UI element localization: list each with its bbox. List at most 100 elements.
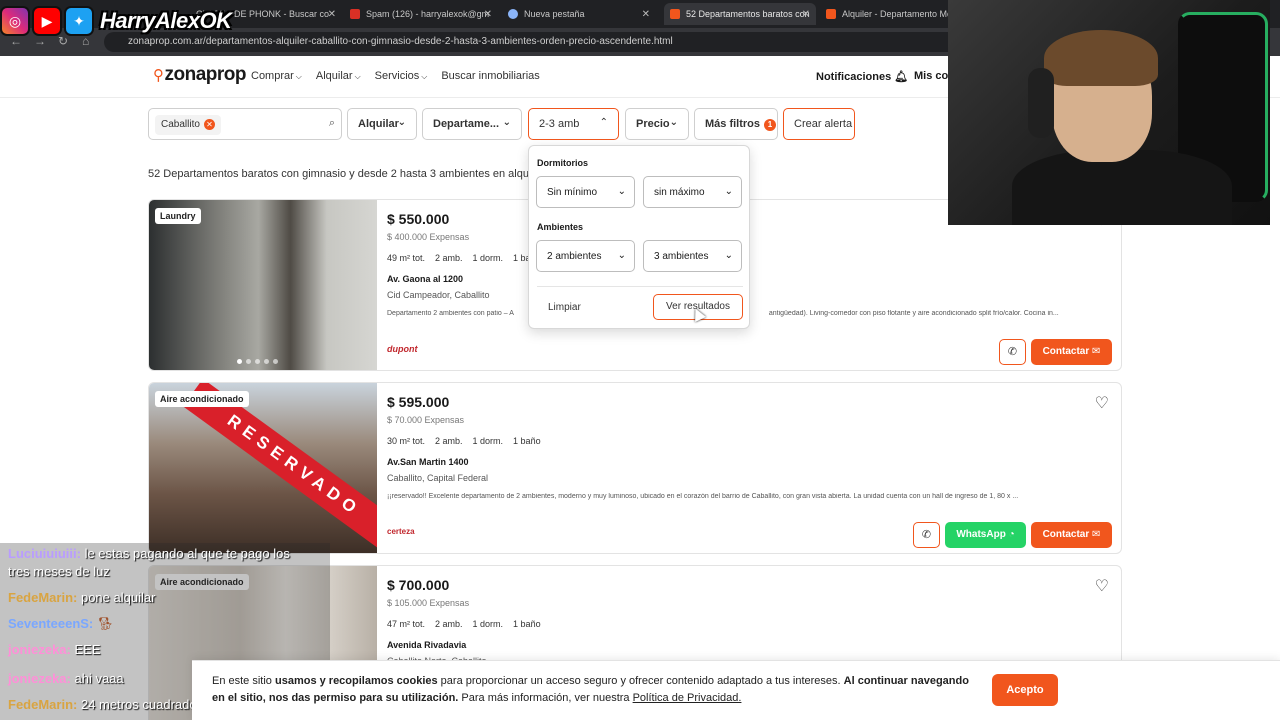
gmail-icon [350, 9, 360, 19]
youtube-icon: ▶ [32, 6, 62, 36]
close-icon[interactable]: ✕ [328, 9, 336, 20]
listing-features: 30 m² tot. 2 amb. 1 dorm. 1 baño [387, 436, 541, 446]
agency-logo[interactable]: dupont [387, 344, 418, 354]
rooms-min-select[interactable]: 2 ambientes ⌄ [536, 240, 635, 272]
phone-button[interactable]: ✆ [913, 522, 940, 548]
feature-area: 49 m² tot. [387, 253, 426, 263]
nav-comprar[interactable]: Comprar ⌵ [251, 70, 302, 82]
chat-user: FedeMarin: [8, 590, 78, 605]
price-filter[interactable]: Precio ⌄ [625, 108, 689, 140]
listing-photo[interactable]: RESERVADO Aire acondicionado [149, 383, 377, 553]
remove-chip-icon[interactable]: ✕ [203, 119, 215, 130]
filter-label: Precio [636, 118, 670, 130]
close-icon[interactable]: ✕ [642, 9, 650, 20]
notifications-link[interactable]: Notificaciones 🔔︎ [816, 70, 908, 83]
rooms-max-select[interactable]: 3 ambientes ⌄ [643, 240, 742, 272]
chevron-down-icon: ⌄ [669, 117, 678, 128]
listing-address[interactable]: Av. Gaona al 1200 [387, 274, 463, 284]
favorite-heart-icon[interactable]: ♡ [1095, 393, 1109, 413]
chevron-down-icon: ⌄ [617, 186, 626, 197]
feature-bedrooms: 1 dorm. [472, 253, 504, 263]
close-icon[interactable]: ✕ [484, 9, 492, 20]
bedrooms-min-select[interactable]: Sin mínimo ⌄ [536, 176, 635, 208]
favorite-heart-icon[interactable]: ♡ [1095, 576, 1109, 596]
accept-cookies-button[interactable]: Acepto [992, 674, 1058, 706]
reserved-banner: RESERVADO [182, 383, 377, 553]
search-icon[interactable]: ⌕ [329, 117, 335, 130]
nav-buscar-inmobiliarias[interactable]: Buscar inmobiliarias [441, 70, 539, 82]
url-field[interactable]: zonaprop.com.ar/departamentos-alquiler-c… [104, 32, 1004, 52]
rooms-dropdown-panel: Dormitorios Sin mínimo ⌄ sin máximo ⌄ Ambi… [528, 145, 750, 329]
listing-location: Caballito, Capital Federal [387, 473, 489, 483]
chat-user: Luciuiuiuiii: [8, 546, 81, 561]
cookie-text-part: En este sitio [212, 675, 275, 687]
listing-address[interactable]: Avenida Rivadavia [387, 640, 466, 650]
nav-alquilar[interactable]: Alquilar ⌵ [316, 70, 361, 82]
create-alert-button[interactable]: Crear alerta [783, 108, 855, 140]
feature-bedrooms: 1 dorm. [472, 619, 504, 629]
listing-price: $ 550.000 [387, 211, 450, 227]
listing-photo[interactable]: Laundry [149, 200, 377, 370]
privacy-policy-link[interactable]: Política de Privacidad. [633, 692, 742, 704]
contact-button[interactable]: Contactar ✉ [1031, 339, 1112, 365]
contact-button[interactable]: Contactar ✉ [1031, 522, 1112, 548]
location-chip: Caballito ✕ [155, 115, 221, 135]
logo-text: zonaprop [164, 64, 247, 85]
agency-logo[interactable]: certeza [387, 527, 415, 536]
rooms-filter[interactable]: 2-3 amb ⌃ [528, 108, 619, 140]
clear-button[interactable]: Limpiar [548, 302, 581, 313]
chat-text: pone alquilar [80, 590, 156, 605]
main-nav: Comprar ⌵ Alquilar ⌵ Servicios ⌵ Buscar inm… [251, 70, 540, 82]
chat-message: joniezeka: ahi vaaa [8, 671, 124, 686]
listing-address[interactable]: Av.San Martin 1400 [387, 457, 469, 467]
chat-message: SeventeeenS: 🐕︎ [8, 616, 113, 632]
listing-expenses: $ 105.000 Expensas [387, 598, 470, 608]
location-search[interactable]: Caballito ✕ ⌕ [148, 108, 342, 140]
notifications-label: Notificaciones [816, 71, 892, 83]
close-icon[interactable]: ✕ [802, 9, 810, 20]
filter-label: Departame... [433, 118, 500, 130]
zonaprop-logo[interactable]: ⚲zonaprop [153, 64, 246, 86]
filter-label: Alquilar [358, 118, 399, 130]
feature-bedrooms: 1 dorm. [472, 436, 504, 446]
tab-zonaprop-active[interactable]: 52 Departamentos baratos con ✕ [664, 3, 816, 25]
chevron-down-icon: ⌄ [724, 250, 733, 261]
listing-card[interactable]: RESERVADO Aire acondicionado $ 595.000 $… [148, 382, 1122, 554]
chat-text: ahi vaaa [74, 671, 124, 686]
chevron-up-icon: ⌃ [599, 117, 608, 128]
zonaprop-favicon [670, 9, 680, 19]
listing-price: $ 595.000 [387, 394, 450, 410]
chat-message: joniezeka: EEE [8, 642, 101, 657]
phone-button[interactable]: ✆ [999, 339, 1026, 365]
zonaprop-favicon [826, 9, 836, 19]
nav-servicios[interactable]: Servicios ⌵ [375, 70, 428, 82]
bedrooms-label: Dormitorios [537, 158, 589, 168]
cookie-text-part: para proporcionar un acceso seguro y ofr… [437, 675, 844, 687]
select-value: 2 ambientes [547, 251, 602, 262]
tab-new[interactable]: Nueva pestaña ✕ [508, 3, 650, 25]
bedrooms-max-select[interactable]: sin máximo ⌄ [643, 176, 742, 208]
account-link[interactable]: Mis co [914, 70, 948, 82]
chat-text: le estas pagando al que te pago los [84, 546, 290, 561]
whatsapp-button[interactable]: WhatsApp ◔ [945, 522, 1026, 548]
cookie-banner: En este sitio usamos y recopilamos cooki… [192, 660, 1280, 720]
feature-baths: 1 baño [513, 436, 541, 446]
chrome-icon [508, 9, 518, 19]
chat-message: tres meses de luz [8, 564, 110, 579]
more-filters-button[interactable]: Más filtros 1 [694, 108, 778, 140]
chat-text: EEE [74, 642, 101, 657]
feature-area: 30 m² tot. [387, 436, 426, 446]
stream-social-overlay: ◎ ▶ ✦ HarryAlexOK [0, 4, 232, 38]
operation-filter[interactable]: Alquilar ⌄ [347, 108, 417, 140]
whatsapp-label: WhatsApp [956, 529, 1006, 540]
feature-rooms: 2 amb. [435, 253, 463, 263]
filter-count-badge: 1 [764, 119, 777, 131]
chat-message: Luciuiuiuiii: le estas pagando al que te… [8, 546, 290, 561]
listing-location: Cid Campeador, Caballito [387, 290, 490, 300]
tab-gmail[interactable]: Spam (126) - harryalexok@gm ✕ [350, 3, 492, 25]
whatsapp-icon: ◔ [1008, 529, 1015, 540]
tab-alquiler[interactable]: Alquiler - Departamento Mon [826, 3, 948, 25]
property-type-filter[interactable]: Departame... ⌄ [422, 108, 522, 140]
streamer-handle: HarryAlexOK [100, 8, 232, 33]
bell-icon: 🔔︎ [894, 71, 909, 83]
